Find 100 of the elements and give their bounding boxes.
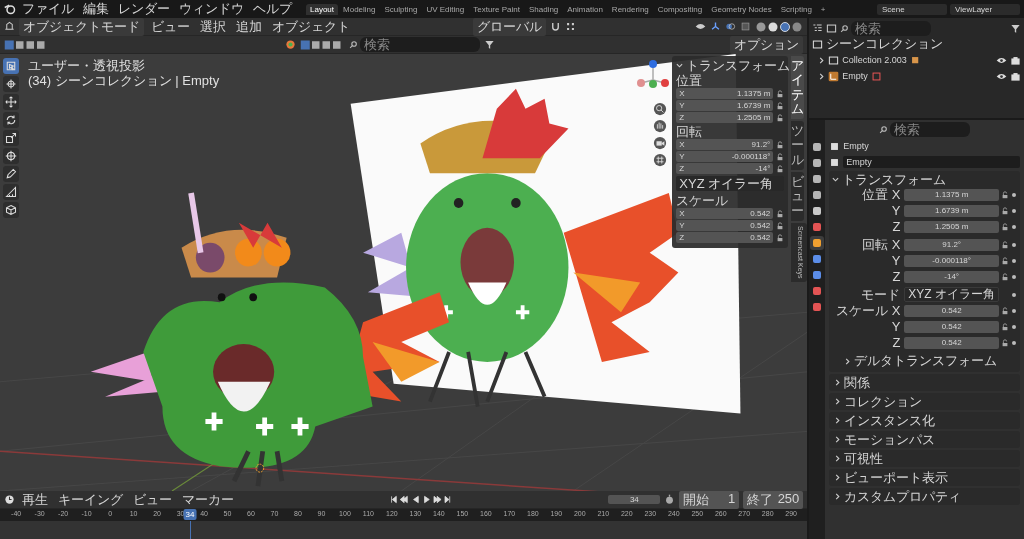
chevron-icon[interactable]: [834, 474, 842, 481]
sidebar-tab[interactable]: アイテム: [791, 56, 805, 120]
scene-selector[interactable]: Scene: [877, 3, 947, 15]
lock-icon[interactable]: [776, 221, 785, 230]
workspace-tab[interactable]: Animation: [563, 3, 607, 15]
object-name-field[interactable]: Empty: [843, 156, 1020, 168]
keyframe-dot-icon[interactable]: [1011, 339, 1017, 346]
tool-button[interactable]: [3, 94, 19, 110]
number-field[interactable]: Z 0.542: [676, 232, 774, 243]
shading-spheres-icon[interactable]: [755, 20, 804, 33]
lock-icon[interactable]: [776, 140, 785, 149]
editor-type-icon[interactable]: [4, 21, 15, 32]
chevron-icon[interactable]: [844, 357, 852, 365]
chevron-icon[interactable]: [834, 493, 842, 500]
chevron-icon[interactable]: [834, 398, 842, 405]
workspace-tab[interactable]: Shading: [524, 3, 563, 15]
list-view-icon[interactable]: [812, 22, 824, 34]
lock-icon[interactable]: [1001, 240, 1009, 249]
playhead-line[interactable]: [189, 521, 191, 539]
number-field[interactable]: 0.542: [904, 304, 999, 317]
lock-icon[interactable]: [1001, 306, 1009, 315]
number-field[interactable]: Y 1.6739 m: [676, 100, 774, 111]
chevron-icon[interactable]: [834, 436, 842, 443]
number-field[interactable]: 0.542: [904, 336, 999, 349]
keyframe-dot-icon[interactable]: [1011, 307, 1017, 314]
number-field[interactable]: X 91.2°: [676, 139, 774, 150]
viewport-menu-item[interactable]: オブジェクト: [269, 17, 353, 36]
tool-button[interactable]: [3, 58, 19, 74]
timeline-menu-item[interactable]: 再生: [19, 490, 51, 509]
keyframe-dot-icon[interactable]: [1011, 241, 1017, 248]
filter-funnel-icon[interactable]: [483, 39, 495, 50]
eye-icon[interactable]: [695, 21, 707, 32]
viewport-menu-item[interactable]: ビュー: [148, 17, 193, 36]
keyframe-dot-icon[interactable]: [1011, 223, 1017, 230]
chevron-icon[interactable]: [818, 56, 826, 64]
camera-icon[interactable]: [1010, 54, 1021, 66]
menu-item[interactable]: レンダー: [115, 0, 173, 18]
filter-funnel-icon[interactable]: [1010, 22, 1021, 34]
properties-tab[interactable]: [810, 236, 825, 250]
outliner-item[interactable]: Collection 2.003: [842, 55, 907, 65]
properties-search-field[interactable]: 検索: [890, 122, 971, 137]
subpanel-title[interactable]: デルタトランスフォーム: [854, 353, 998, 369]
tool-button[interactable]: [3, 166, 19, 182]
number-field[interactable]: Z 1.2505 m: [676, 112, 774, 123]
overlay-circles-icon[interactable]: [725, 21, 737, 32]
number-field[interactable]: 91.2°: [904, 238, 999, 251]
workspace-tab[interactable]: Modeling: [339, 3, 380, 15]
outliner-title[interactable]: シーンコレクション: [826, 35, 944, 53]
panel-title[interactable]: モーションパス: [844, 431, 936, 448]
xray-square-icon[interactable]: [740, 21, 752, 32]
tool-button[interactable]: [3, 148, 19, 164]
panel-title[interactable]: 関係: [844, 374, 871, 391]
sidebar-tab[interactable]: ツール: [791, 121, 805, 171]
chevron-icon[interactable]: [834, 379, 842, 386]
chevron-icon[interactable]: [676, 62, 684, 69]
panel-title[interactable]: ビューポート表示: [844, 469, 949, 486]
number-field[interactable]: Z -14°: [676, 163, 774, 174]
grid-dots-icon[interactable]: [564, 21, 576, 32]
lock-icon[interactable]: [776, 152, 785, 161]
outliner-item[interactable]: Empty: [842, 71, 868, 81]
menu-item[interactable]: ヘルプ: [250, 0, 295, 18]
lock-icon[interactable]: [1001, 206, 1009, 215]
lock-icon[interactable]: [1001, 222, 1009, 231]
tool-button[interactable]: [3, 202, 19, 218]
chevron-icon[interactable]: [818, 72, 826, 80]
sidebar-tab[interactable]: ビュー: [791, 172, 805, 221]
clock-icon[interactable]: [4, 494, 15, 505]
timeline-menu-item[interactable]: キーイング: [55, 490, 126, 509]
number-field[interactable]: -0.000118°: [904, 254, 999, 267]
panel-title[interactable]: トランスフォーム: [686, 58, 791, 73]
current-frame-field[interactable]: 34: [608, 495, 661, 504]
lock-icon[interactable]: [1001, 338, 1009, 347]
lock-icon[interactable]: [776, 164, 785, 173]
outliner-search-field[interactable]: 検索: [851, 20, 932, 36]
keyframe-dot-icon[interactable]: [1011, 191, 1017, 198]
timeline-menu-item[interactable]: ビュー: [130, 490, 175, 509]
number-field[interactable]: 1.1375 m: [904, 188, 999, 201]
app-logo-icon[interactable]: [4, 3, 16, 15]
tool-button[interactable]: [3, 184, 19, 200]
magnet-icon[interactable]: [549, 21, 561, 32]
display-mode-icon[interactable]: [826, 22, 838, 34]
lock-icon[interactable]: [776, 101, 785, 110]
colour-wheel-icon[interactable]: [284, 39, 296, 50]
chevron-icon[interactable]: [832, 176, 840, 183]
workspace-tab[interactable]: Texture Paint: [469, 3, 524, 15]
menu-item[interactable]: 編集: [80, 0, 112, 18]
camera-icon[interactable]: [653, 136, 668, 150]
menu-item[interactable]: ファイル: [19, 0, 77, 18]
lock-icon[interactable]: [776, 209, 785, 218]
number-field[interactable]: 1.2505 m: [904, 220, 999, 233]
workspace-tab[interactable]: UV Editing: [422, 3, 469, 15]
chevron-icon[interactable]: [834, 455, 842, 462]
zoom-icon[interactable]: [653, 102, 668, 116]
camera-icon[interactable]: [1010, 70, 1021, 82]
lock-icon[interactable]: [1001, 272, 1009, 281]
lock-icon[interactable]: [776, 233, 785, 242]
keyframe-dot-icon[interactable]: [1011, 207, 1017, 214]
panel-title[interactable]: カスタムプロパティ: [844, 488, 962, 505]
workspace-tab[interactable]: Sculpting: [380, 3, 422, 15]
view-layer-selector[interactable]: ViewLayer: [950, 3, 1020, 15]
